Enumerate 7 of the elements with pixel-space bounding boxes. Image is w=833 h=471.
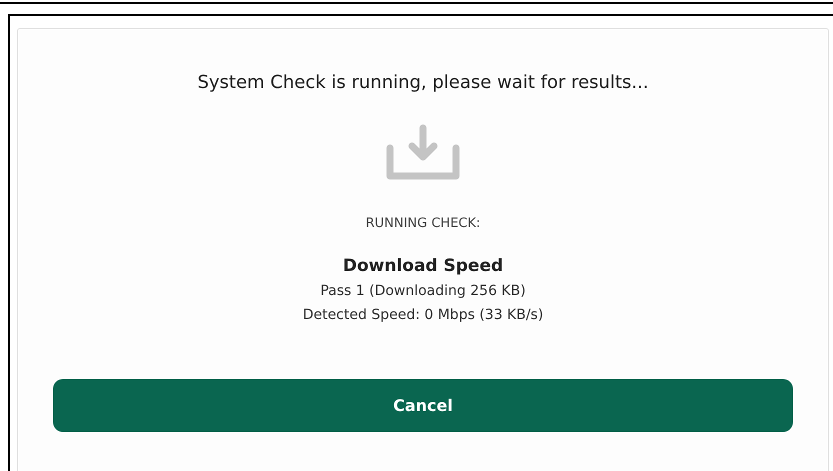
check-detail: Detected Speed: 0 Mbps (33 KB/s) (302, 306, 544, 325)
check-name: Download Speed (342, 254, 504, 278)
download-icon (386, 124, 460, 180)
check-detail: Pass 1 (Downloading 256 KB) (320, 282, 526, 301)
status-label: RUNNING CHECK: (366, 215, 480, 233)
dialog-title: System Check is running, please wait for results... (197, 71, 649, 95)
cancel-button[interactable]: Cancel (53, 379, 793, 432)
